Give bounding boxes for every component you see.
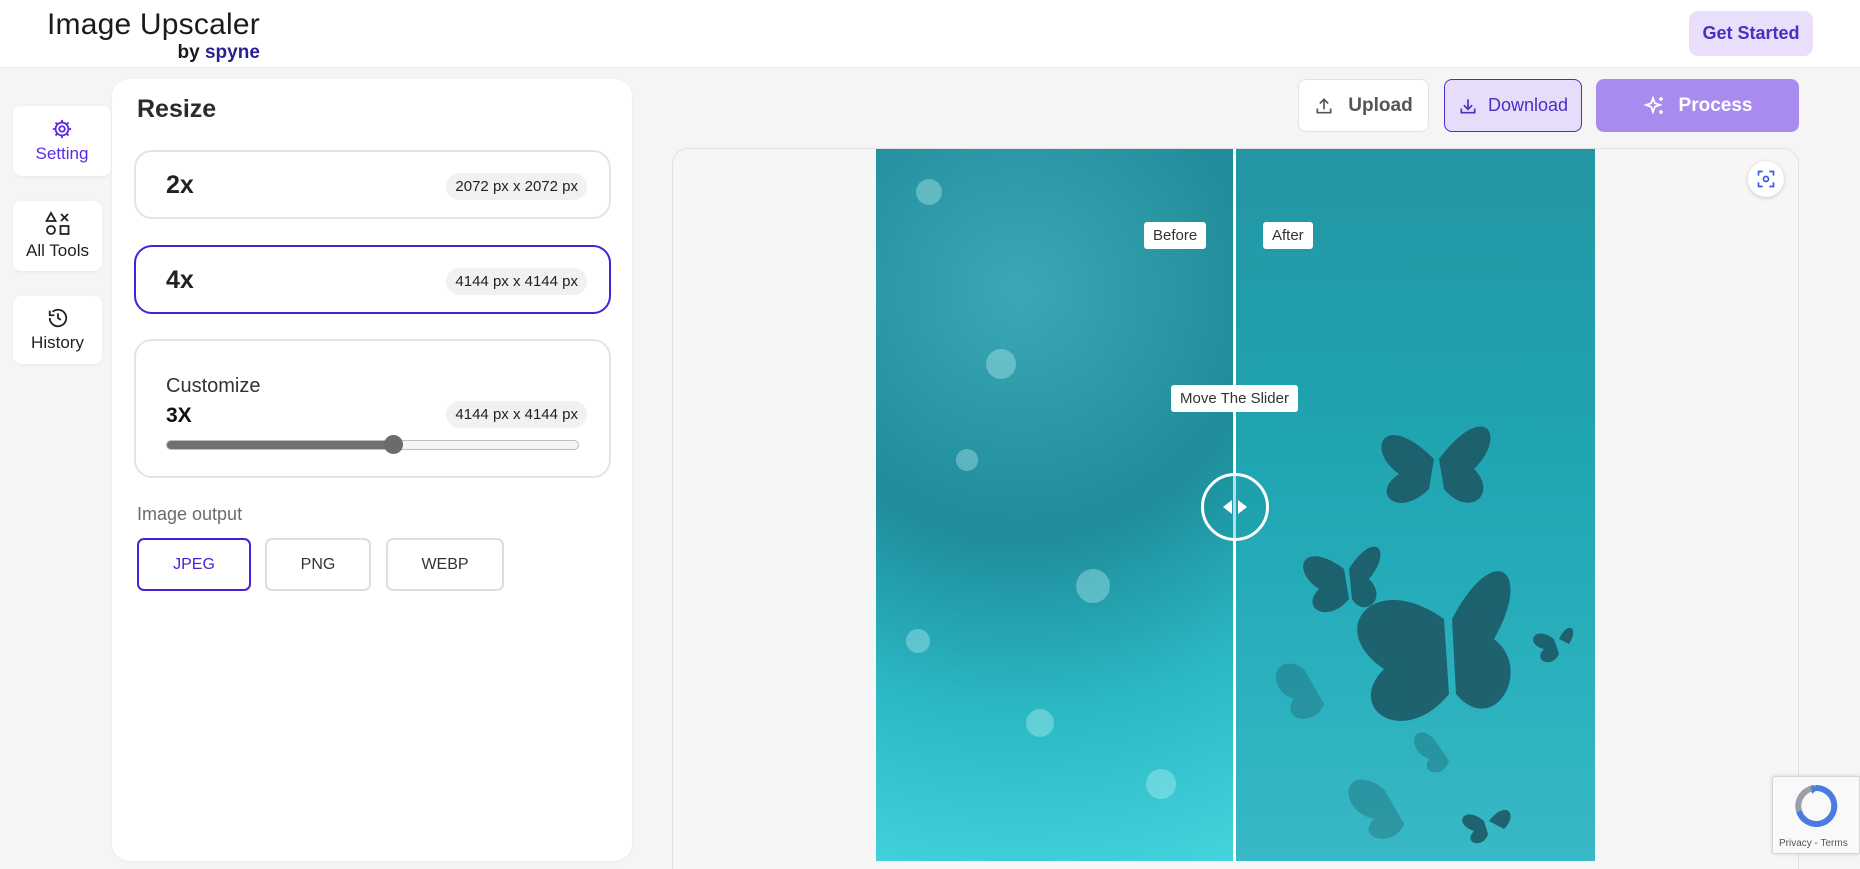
- image-output-label: Image output: [137, 504, 243, 524]
- slider-hint-label: Move The Slider: [1171, 385, 1298, 412]
- brand-title: Image Upscaler: [47, 8, 260, 41]
- settings-panel: Resize 2x 2072 px x 2072 px 4x 4144 px x…: [112, 79, 632, 861]
- upload-button[interactable]: Upload: [1298, 79, 1429, 132]
- download-label: Download: [1487, 95, 1569, 115]
- fullscreen-button[interactable]: [1748, 161, 1784, 197]
- upload-icon: [1316, 97, 1332, 113]
- resize-option-4x[interactable]: 4x 4144 px x 4144 px: [134, 245, 611, 314]
- format-png-button[interactable]: PNG: [265, 538, 371, 591]
- gear-icon: [52, 119, 72, 139]
- upload-label: Upload: [1348, 94, 1413, 116]
- bokeh-spot: [1076, 569, 1110, 603]
- scale-slider-fill: [167, 441, 394, 449]
- option-label: 4x: [166, 266, 194, 294]
- bokeh-spot: [916, 179, 942, 205]
- shapes-icon: [44, 211, 69, 235]
- brand-byline: by spyne: [178, 42, 260, 64]
- rail-item-label: History: [31, 333, 84, 352]
- app-header: Image Upscaler by spyne Get Started: [0, 0, 1860, 68]
- download-button[interactable]: Download: [1444, 79, 1582, 132]
- bokeh-spot: [986, 349, 1016, 379]
- after-image: [1234, 149, 1595, 861]
- customize-scale-value: 3X: [166, 404, 192, 427]
- brand-by-text: by: [177, 42, 205, 63]
- customize-label: Customize: [166, 375, 261, 397]
- arrow-right-icon: [1238, 500, 1247, 514]
- arrow-left-icon: [1223, 500, 1232, 514]
- bokeh-spot: [956, 449, 978, 471]
- before-image: [876, 149, 1234, 861]
- bokeh-spot: [1146, 769, 1176, 799]
- format-webp-button[interactable]: WEBP: [386, 538, 504, 591]
- recaptcha-icon: [1795, 784, 1838, 827]
- rail-item-label: Setting: [35, 144, 89, 163]
- panel-title: Resize: [137, 95, 217, 123]
- brand-logo[interactable]: Image Upscaler by spyne: [47, 8, 260, 64]
- rail-item-label: All Tools: [26, 241, 89, 260]
- rail-item-setting[interactable]: Setting: [13, 106, 111, 176]
- before-label: Before: [1144, 222, 1207, 249]
- comparison-slider-handle[interactable]: [1201, 473, 1269, 541]
- dimensions-badge: 4144 px x 4144 px: [446, 268, 587, 295]
- process-label: Process: [1678, 94, 1753, 116]
- bokeh-spot: [906, 629, 930, 653]
- before-after-comparison[interactable]: Before After Move The Slider: [876, 149, 1595, 861]
- download-icon: [1460, 98, 1476, 113]
- format-jpeg-button[interactable]: JPEG: [137, 538, 251, 591]
- focus-frame-icon: [1757, 170, 1775, 188]
- history-icon: [48, 308, 67, 328]
- recaptcha-links[interactable]: Privacy - Terms: [1779, 838, 1848, 849]
- brand-spyne: spyne: [204, 42, 260, 63]
- resize-option-customize[interactable]: Customize 3X 4144 px x 4144 px: [134, 339, 611, 478]
- after-label: After: [1263, 222, 1313, 249]
- recaptcha-badge[interactable]: Privacy - Terms: [1772, 776, 1860, 854]
- resize-option-2x[interactable]: 2x 2072 px x 2072 px: [134, 150, 611, 219]
- dimensions-badge: 2072 px x 2072 px: [446, 173, 587, 200]
- option-label: 2x: [166, 171, 194, 199]
- bokeh-spot: [1026, 709, 1054, 737]
- get-started-button[interactable]: Get Started: [1689, 11, 1813, 56]
- rail-item-history[interactable]: History: [13, 296, 102, 364]
- scale-slider-thumb[interactable]: [384, 435, 404, 454]
- rail-item-all-tools[interactable]: All Tools: [13, 201, 102, 271]
- process-button[interactable]: Process: [1596, 79, 1799, 132]
- butterflies-illustration: [1275, 426, 1574, 844]
- scale-slider-track[interactable]: [166, 435, 579, 454]
- dimensions-badge: 4144 px x 4144 px: [446, 401, 587, 428]
- sparkle-icon: [1642, 94, 1663, 115]
